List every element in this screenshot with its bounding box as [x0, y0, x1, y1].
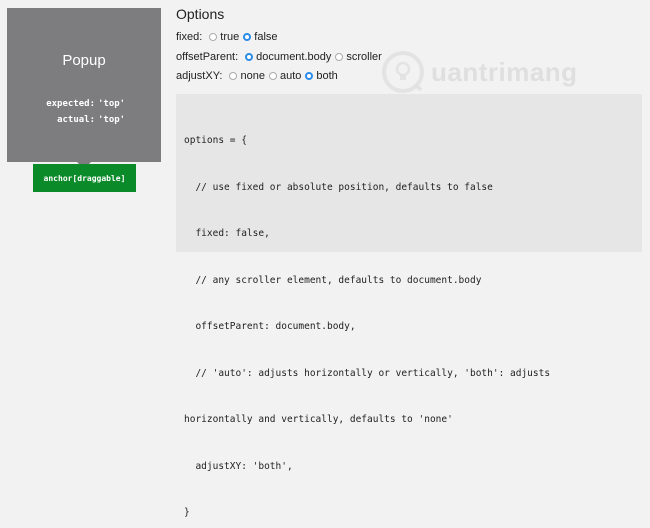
fixed-true-option[interactable]: true [209, 31, 239, 43]
expected-value: 'top' [98, 99, 126, 109]
adjust-xy-both-option[interactable]: both [305, 70, 338, 82]
actual-line: actual: 'top' [7, 112, 161, 128]
watermark: uantrimang [381, 50, 631, 94]
actual-value: 'top' [98, 115, 126, 125]
adjust-xy-none-label: none [240, 70, 265, 82]
fixed-false-radio[interactable] [243, 33, 252, 41]
actual-label: actual: [57, 115, 95, 125]
popup-status: expected: 'top' actual: 'top' [7, 96, 161, 128]
fixed-false-option[interactable]: false [243, 31, 278, 43]
adjust-xy-auto-option[interactable]: auto [268, 70, 302, 82]
expected-label: expected: [46, 99, 95, 109]
code-line: options = { [184, 135, 247, 146]
code-line: horizontally and vertically, defaults to… [184, 414, 453, 425]
offset-parent-option-row: offsetParent: document.body scroller [176, 51, 386, 63]
options-code-block: options = { // use fixed or absolute pos… [176, 94, 642, 518]
code-line: // any scroller element, defaults to doc… [184, 274, 482, 286]
adjust-xy-both-label: both [316, 70, 338, 82]
offset-parent-label: offsetParent: [176, 51, 239, 63]
offset-parent-scroller-option[interactable]: scroller [335, 51, 382, 63]
code-line: } [184, 507, 190, 518]
lightbulb-icon [382, 51, 424, 93]
code-line: fixed: false, [184, 228, 270, 239]
fixed-true-radio[interactable] [209, 33, 218, 41]
popup-box: Popup expected: 'top' actual: 'top' [7, 8, 161, 162]
adjust-xy-option-row: adjustXY: none auto both [176, 70, 342, 82]
offset-parent-scroller-radio[interactable] [335, 53, 344, 61]
expected-line: expected: 'top' [7, 96, 161, 112]
code-line: adjustXY: 'both', [184, 460, 293, 472]
adjust-xy-none-radio[interactable] [229, 72, 238, 80]
offset-parent-body-option[interactable]: document.body [245, 51, 331, 63]
adjust-xy-both-radio[interactable] [305, 72, 314, 80]
anchor-draggable[interactable]: anchor[draggable] [33, 164, 136, 192]
options-heading: Options [176, 6, 225, 22]
fixed-option-row: fixed: true false [176, 31, 282, 43]
code-line: offsetParent: document.body, [184, 321, 356, 332]
adjust-xy-none-option[interactable]: none [229, 70, 265, 82]
code-line: // 'auto': adjusts horizontally or verti… [184, 367, 551, 379]
watermark-text: uantrimang [431, 56, 578, 87]
offset-parent-body-radio[interactable] [245, 53, 254, 61]
offset-parent-scroller-label: scroller [346, 51, 382, 63]
fixed-true-label: true [220, 31, 240, 43]
popup-title: Popup [62, 52, 106, 69]
adjust-xy-label: adjustXY: [176, 70, 223, 82]
adjust-xy-auto-radio[interactable] [268, 72, 277, 80]
adjust-xy-auto-label: auto [279, 70, 302, 82]
offset-parent-body-label: document.body [256, 51, 332, 63]
code-line: // use fixed or absolute position, defau… [184, 181, 493, 193]
fixed-label: fixed: [176, 31, 203, 43]
fixed-false-label: false [254, 31, 278, 43]
